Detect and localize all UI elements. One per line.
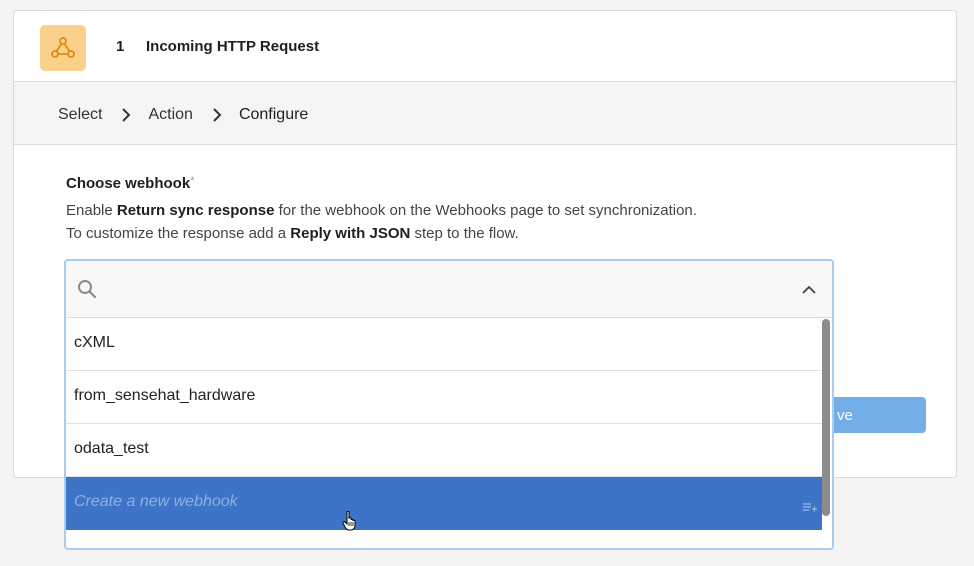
search-icon bbox=[77, 279, 97, 304]
save-button[interactable]: ve bbox=[826, 397, 926, 433]
webhook-icon bbox=[40, 25, 86, 71]
options-list: cXML from_sensehat_hardware odata_test C… bbox=[66, 318, 823, 531]
hand-cursor-icon bbox=[342, 510, 358, 536]
help-text: step to the flow. bbox=[410, 225, 519, 242]
field-label: Choose webhook* bbox=[66, 175, 194, 192]
help-text-line-1: Enable Return sync response for the webh… bbox=[66, 202, 697, 219]
create-webhook-option[interactable]: Create a new webhook bbox=[66, 477, 823, 531]
help-bold: Reply with JSON bbox=[290, 225, 411, 242]
scrollbar[interactable] bbox=[822, 318, 830, 530]
step-header[interactable]: 1 Incoming HTTP Request bbox=[14, 11, 956, 82]
breadcrumb-configure: Configure bbox=[238, 106, 309, 123]
chevron-right-icon bbox=[212, 108, 222, 122]
field-label-text: Choose webhook bbox=[66, 175, 191, 192]
breadcrumb-select[interactable]: Select bbox=[58, 106, 102, 124]
step-number: 1 bbox=[116, 38, 125, 55]
required-mark: * bbox=[190, 175, 195, 187]
breadcrumb: Select Action Configure bbox=[58, 106, 308, 124]
search-input[interactable] bbox=[66, 261, 832, 318]
scroll-thumb[interactable] bbox=[822, 319, 830, 516]
help-bold: Return sync response bbox=[116, 202, 275, 219]
help-text: for the webhook on the Webhooks page to … bbox=[274, 202, 697, 219]
webhook-dropdown[interactable]: cXML from_sensehat_hardware odata_test C… bbox=[64, 259, 834, 550]
help-text-line-2: To customize the response add a Reply wi… bbox=[66, 225, 519, 242]
help-text: Enable bbox=[66, 202, 117, 219]
create-webhook-label: Create a new webhook bbox=[74, 493, 238, 510]
list-item[interactable]: cXML bbox=[66, 318, 823, 371]
help-text: To customize the response add a bbox=[66, 225, 291, 242]
step-title: Incoming HTTP Request bbox=[146, 38, 320, 55]
list-item[interactable]: odata_test bbox=[66, 424, 823, 477]
chevron-right-icon bbox=[121, 108, 131, 122]
chevron-up-icon[interactable] bbox=[802, 282, 816, 300]
breadcrumb-action[interactable]: Action bbox=[148, 106, 192, 124]
add-icon bbox=[803, 499, 817, 517]
list-item[interactable]: from_sensehat_hardware bbox=[66, 371, 823, 424]
breadcrumb-bar: Select Action Configure bbox=[14, 82, 956, 145]
